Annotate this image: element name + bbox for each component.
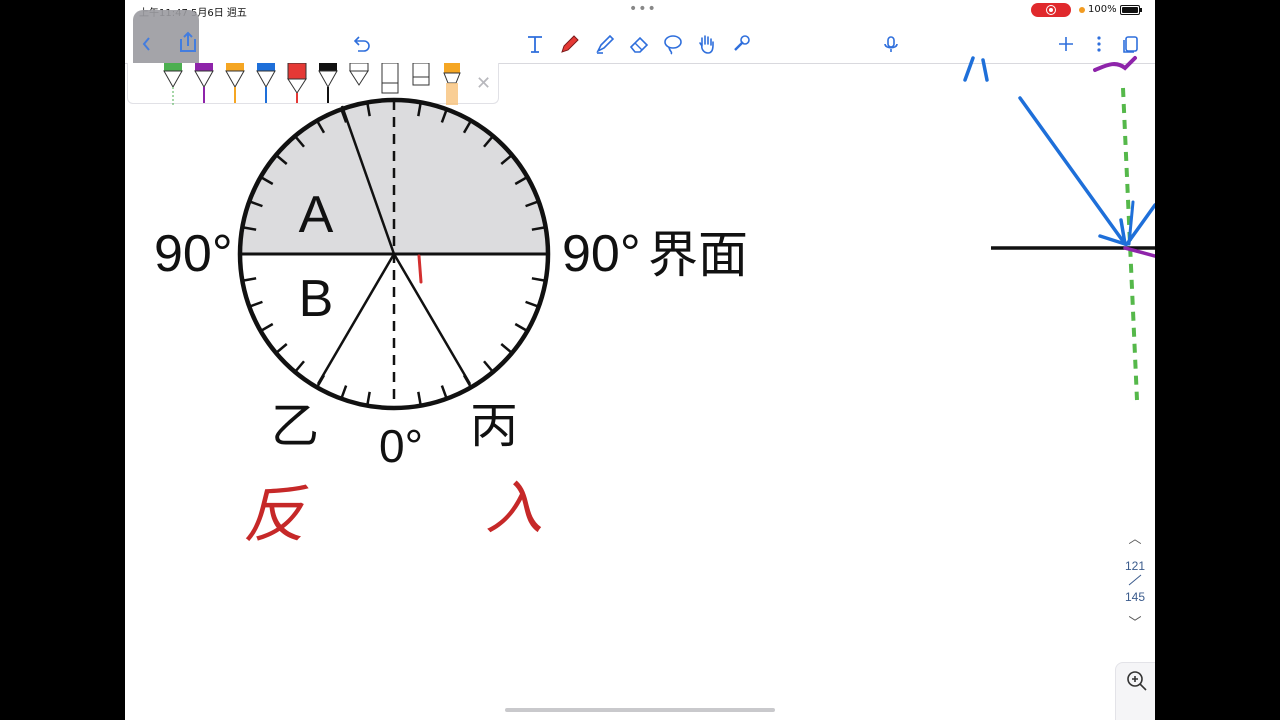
tick-mark bbox=[260, 322, 274, 333]
tick-mark bbox=[500, 343, 513, 354]
right-angle-label: 90° bbox=[562, 225, 641, 283]
page-navigator[interactable]: ︿ 121 145 ﹀ bbox=[1115, 528, 1155, 631]
page-separator bbox=[1115, 573, 1155, 590]
tick-mark bbox=[514, 322, 528, 333]
tick-mark bbox=[294, 360, 305, 373]
drawing-canvas[interactable]: A B 90° 90° 界面 0° 乙 丙 反 入 bbox=[125, 0, 1155, 720]
label-b: B bbox=[299, 270, 334, 328]
right-ray-diagram bbox=[963, 56, 1155, 401]
tick-mark bbox=[248, 300, 263, 308]
tick-mark bbox=[525, 300, 540, 308]
page-up-icon[interactable]: ︿ bbox=[1115, 528, 1155, 547]
interface-label: 界面 bbox=[648, 226, 748, 284]
zoom-in-icon[interactable] bbox=[1116, 663, 1155, 703]
notes-app-screen: 上午11:47 5月6日 週五 ••• 100% bbox=[125, 0, 1155, 720]
handwriting-incident: 入 bbox=[485, 474, 543, 542]
handwriting-reflect: 反 bbox=[243, 478, 309, 551]
current-page: 121 bbox=[1124, 559, 1146, 573]
tick-mark bbox=[366, 391, 371, 406]
total-pages: 145 bbox=[1124, 590, 1146, 604]
red-annotation-mark bbox=[417, 254, 423, 284]
tick-mark bbox=[340, 385, 348, 400]
tick-mark bbox=[483, 360, 494, 373]
home-indicator[interactable] bbox=[505, 708, 775, 712]
tick-mark bbox=[242, 277, 257, 282]
label-a: A bbox=[299, 186, 334, 244]
left-angle-label: 90° bbox=[154, 225, 233, 283]
ray-bing bbox=[392, 253, 472, 385]
zoom-button[interactable] bbox=[1115, 662, 1155, 720]
tick-mark bbox=[417, 391, 422, 406]
tick-mark bbox=[531, 277, 546, 282]
label-bing: 丙 bbox=[470, 398, 518, 454]
tick-mark bbox=[440, 385, 448, 400]
bottom-angle-label: 0° bbox=[379, 420, 423, 472]
page-down-icon[interactable]: ﹀ bbox=[1115, 612, 1155, 631]
tick-mark bbox=[275, 343, 288, 354]
label-yi: 乙 bbox=[271, 398, 319, 454]
